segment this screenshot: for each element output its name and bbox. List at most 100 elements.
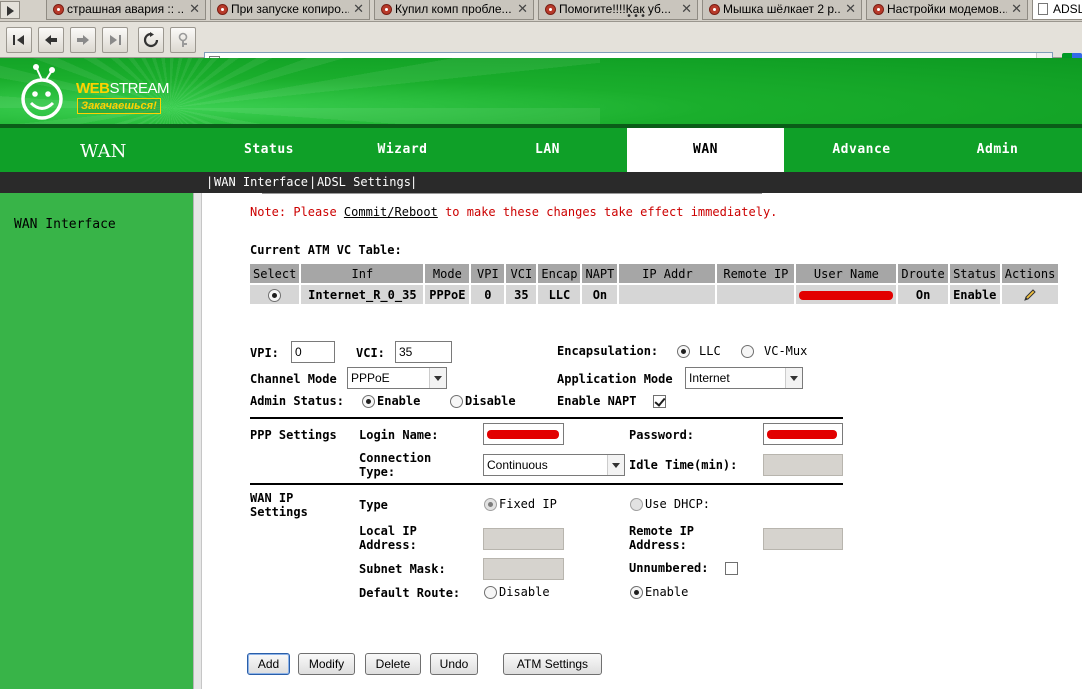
default-route-enable-label: Enable xyxy=(645,585,689,599)
browser-tab-strip: страшная авария :: ... ✕ При запуске копи… xyxy=(0,0,1082,22)
channel-mode-select[interactable]: PPPoE xyxy=(347,367,447,389)
browser-tab-1[interactable]: страшная авария :: ... ✕ xyxy=(46,0,206,20)
admin-disable-label: Disable xyxy=(465,394,516,408)
opera-tab-icon xyxy=(709,4,720,15)
idle-time-input[interactable] xyxy=(763,454,843,476)
fast-forward-button[interactable] xyxy=(102,27,128,53)
encap-llc-label: LLC xyxy=(699,344,721,358)
password-label: Password: xyxy=(629,428,695,442)
browser-tab-6[interactable]: Настройки модемов... ✕ xyxy=(866,0,1028,20)
close-tab-icon[interactable]: ✕ xyxy=(353,0,364,18)
edit-pencil-icon[interactable] xyxy=(1023,288,1037,302)
delete-button[interactable]: Delete xyxy=(365,653,421,675)
admin-enable-radio[interactable] xyxy=(362,395,375,408)
row-select-radio[interactable] xyxy=(268,288,282,302)
default-route-disable-label: Disable xyxy=(499,585,550,599)
menu-item-wizard[interactable]: Wizard xyxy=(335,128,470,172)
back-button[interactable] xyxy=(38,27,64,53)
default-route-disable-radio[interactable] xyxy=(484,586,497,599)
close-tab-icon[interactable]: ✕ xyxy=(189,0,200,18)
close-tab-icon[interactable]: ✕ xyxy=(681,0,692,18)
vci-label: VCI: xyxy=(356,346,385,360)
menu-item-advance[interactable]: Advance xyxy=(794,128,929,172)
atm-settings-button[interactable]: ATM Settings xyxy=(503,653,602,675)
menu-item-wan[interactable]: WAN xyxy=(627,128,784,172)
page-icon xyxy=(1038,3,1048,15)
enable-napt-checkbox[interactable] xyxy=(653,395,666,408)
opera-tab-icon xyxy=(217,4,228,15)
section-divider xyxy=(250,483,843,485)
ppp-settings-heading: PPP Settings xyxy=(250,428,337,442)
sidebar-item-wan-interface[interactable]: WAN Interface xyxy=(14,217,116,232)
application-mode-select[interactable]: Internet xyxy=(685,367,803,389)
subnet-mask-input[interactable] xyxy=(483,558,564,580)
browser-tab-active[interactable]: ADSL xyxy=(1032,0,1082,20)
browser-toolbar xyxy=(0,22,1082,73)
local-ip-input[interactable] xyxy=(483,528,564,550)
tab-list-button[interactable] xyxy=(0,1,20,19)
opera-tab-icon xyxy=(381,4,392,15)
undo-button[interactable]: Undo xyxy=(430,653,478,675)
commit-reboot-link[interactable]: Commit/Reboot xyxy=(344,205,438,219)
chevron-down-icon xyxy=(429,368,446,388)
idle-time-label: Idle Time(min): xyxy=(629,458,738,472)
modify-button[interactable]: Modify xyxy=(298,653,355,675)
password-input[interactable] xyxy=(763,423,843,445)
chevron-down-icon xyxy=(607,455,624,475)
login-name-input[interactable] xyxy=(483,423,564,445)
opera-tab-icon xyxy=(545,4,556,15)
add-button[interactable]: Add xyxy=(247,653,290,675)
main-menu: WAN Status Wizard LAN WAN Advance Admin xyxy=(0,124,1082,172)
frame-splitter[interactable] xyxy=(193,193,202,689)
forward-arrow-icon xyxy=(77,35,89,45)
brand-name: WEBSTREAM xyxy=(76,80,170,97)
back-arrow-icon xyxy=(45,35,57,45)
encap-vcmux-radio[interactable] xyxy=(741,345,754,358)
connection-type-select[interactable]: Continuous xyxy=(483,454,625,476)
admin-disable-radio[interactable] xyxy=(450,395,463,408)
rewind-button[interactable] xyxy=(6,27,32,53)
smiley-tv-logo-icon xyxy=(21,64,63,120)
menu-item-status[interactable]: Status xyxy=(198,128,340,172)
connection-type-label: Connection Type: xyxy=(359,451,432,479)
browser-tab-3[interactable]: Купил комп пробле... ✕ xyxy=(374,0,534,20)
sub-menu: | WAN Interface | ADSL Settings | xyxy=(0,172,1082,193)
chevron-down-icon xyxy=(785,368,802,388)
browser-tab-4[interactable]: Помогите!!!!Как уб... ✕ xyxy=(538,0,698,20)
vci-input[interactable] xyxy=(395,341,452,363)
close-tab-icon[interactable]: ✕ xyxy=(845,0,856,18)
tab-drag-handle-icon[interactable]: ••• xyxy=(626,12,647,22)
close-tab-icon[interactable]: ✕ xyxy=(517,0,528,18)
submenu-item-wan-interface[interactable]: WAN Interface xyxy=(214,172,308,192)
default-route-enable-radio[interactable] xyxy=(630,586,643,599)
atm-vc-table: Select Inf Mode VPI VCI Encap NAPT IP Ad… xyxy=(248,262,1060,306)
menu-item-lan[interactable]: LAN xyxy=(480,128,615,172)
encapsulation-label: Encapsulation: xyxy=(557,344,659,358)
submenu-item-adsl-settings[interactable]: ADSL Settings xyxy=(317,172,411,192)
use-dhcp-radio[interactable] xyxy=(630,498,643,511)
row-select-cell xyxy=(250,285,300,304)
encap-vcmux-label: VC-Mux xyxy=(764,344,808,358)
fixed-ip-label: Fixed IP xyxy=(499,497,557,511)
encap-llc-radio[interactable] xyxy=(677,345,690,358)
channel-mode-label: Channel Mode xyxy=(250,372,337,386)
unnumbered-checkbox[interactable] xyxy=(725,562,738,575)
brand-slogan: Закачаешься! xyxy=(77,98,161,114)
remote-ip-input[interactable] xyxy=(763,528,843,550)
wand-button[interactable] xyxy=(170,27,196,53)
fixed-ip-radio[interactable] xyxy=(484,498,497,511)
menu-item-admin[interactable]: Admin xyxy=(930,128,1065,172)
close-tab-icon[interactable]: ✕ xyxy=(1011,0,1022,18)
browser-tab-2[interactable]: При запуске копиро... ✕ xyxy=(210,0,370,20)
redaction-mark xyxy=(799,290,894,300)
browser-tab-5[interactable]: Мышка шёлкает 2 р... ✕ xyxy=(702,0,862,20)
forward-button[interactable] xyxy=(70,27,96,53)
redaction-mark xyxy=(767,430,837,439)
divider xyxy=(262,193,762,194)
row-actions-cell xyxy=(1001,285,1059,304)
vpi-input[interactable] xyxy=(291,341,335,363)
reload-button[interactable] xyxy=(138,27,164,53)
redaction-mark xyxy=(487,430,559,439)
key-icon xyxy=(178,32,188,47)
application-mode-label: Application Mode xyxy=(557,372,673,386)
